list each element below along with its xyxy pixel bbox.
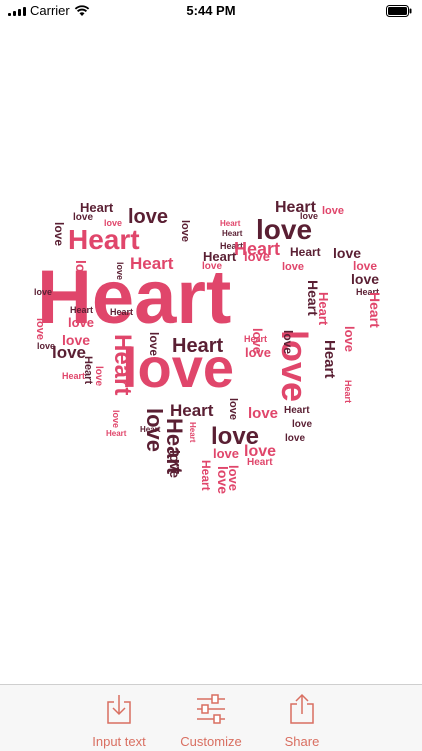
cloud-word: love (248, 405, 279, 422)
cloud-word: Heart (172, 335, 224, 357)
cloud-word: love (37, 341, 56, 351)
cloud-word-main: Heart (37, 255, 232, 340)
cloud-word: love (179, 220, 191, 243)
cloud-word: Heart (220, 219, 241, 228)
cloud-word: Heart (170, 401, 214, 420)
cloud-word: Heart (188, 422, 197, 443)
cloud-word: love (115, 262, 125, 281)
cloud-word: love (227, 398, 239, 421)
cloud-word: Heart (222, 229, 243, 238)
cloud-word: Heart (321, 340, 338, 379)
import-icon (107, 695, 131, 724)
cloud-word: love (111, 410, 121, 429)
bottom-toolbar: Input text Customize Share (0, 684, 422, 751)
cloud-word: Heart (70, 305, 94, 315)
cloud-word: Heart (68, 224, 140, 255)
clock: 5:44 PM (186, 3, 236, 18)
cloud-word: love (213, 446, 240, 461)
cloud-word: love (245, 345, 272, 360)
cloud-word: Heart (62, 371, 86, 381)
cloud-word: Heart (343, 380, 353, 404)
cloud-word: Heart (290, 245, 321, 259)
status-bar: Carrier 5:44 PM (0, 0, 422, 22)
share-label: Share (284, 734, 320, 749)
cloud-word: love (93, 366, 104, 387)
cloud-word: love (215, 466, 231, 495)
cloud-word: love (281, 330, 295, 355)
share-button[interactable]: Share (247, 693, 357, 749)
cloud-word: love (52, 222, 66, 247)
cloud-word: love (282, 261, 305, 273)
battery-icon (386, 4, 412, 22)
cloud-word: love (322, 205, 345, 217)
cloud-word: love (244, 249, 271, 264)
cloud-word: love (34, 287, 53, 297)
cloud-word: love (285, 433, 306, 444)
word-cloud: Heart love love love Heart love Heart lo… (0, 180, 422, 510)
cloud-word: Heart (140, 425, 161, 434)
cloud-word: Heart (284, 405, 310, 416)
cloud-word: love (68, 315, 95, 330)
cloud-word: love (73, 260, 89, 289)
share-icon (290, 693, 314, 724)
cloud-word: Heart (162, 418, 187, 475)
cloud-word: love (292, 419, 313, 430)
cloud-word: love (52, 343, 87, 362)
cloud-word: love (351, 271, 380, 287)
cloud-word: love (73, 212, 94, 223)
sliders-icon (197, 694, 225, 724)
cloud-word: love (34, 318, 46, 341)
cloud-word: Heart (110, 307, 134, 317)
cloud-word: love (333, 245, 362, 261)
cloud-word: Heart (316, 292, 331, 326)
cloud-word: Heart (199, 460, 213, 491)
cloud-word: Heart (244, 334, 268, 344)
cloud-word: Heart (106, 429, 127, 438)
cloud-word: Heart (367, 292, 383, 328)
cloud-word: love (342, 326, 357, 353)
cloud-word: Heart (247, 457, 273, 468)
